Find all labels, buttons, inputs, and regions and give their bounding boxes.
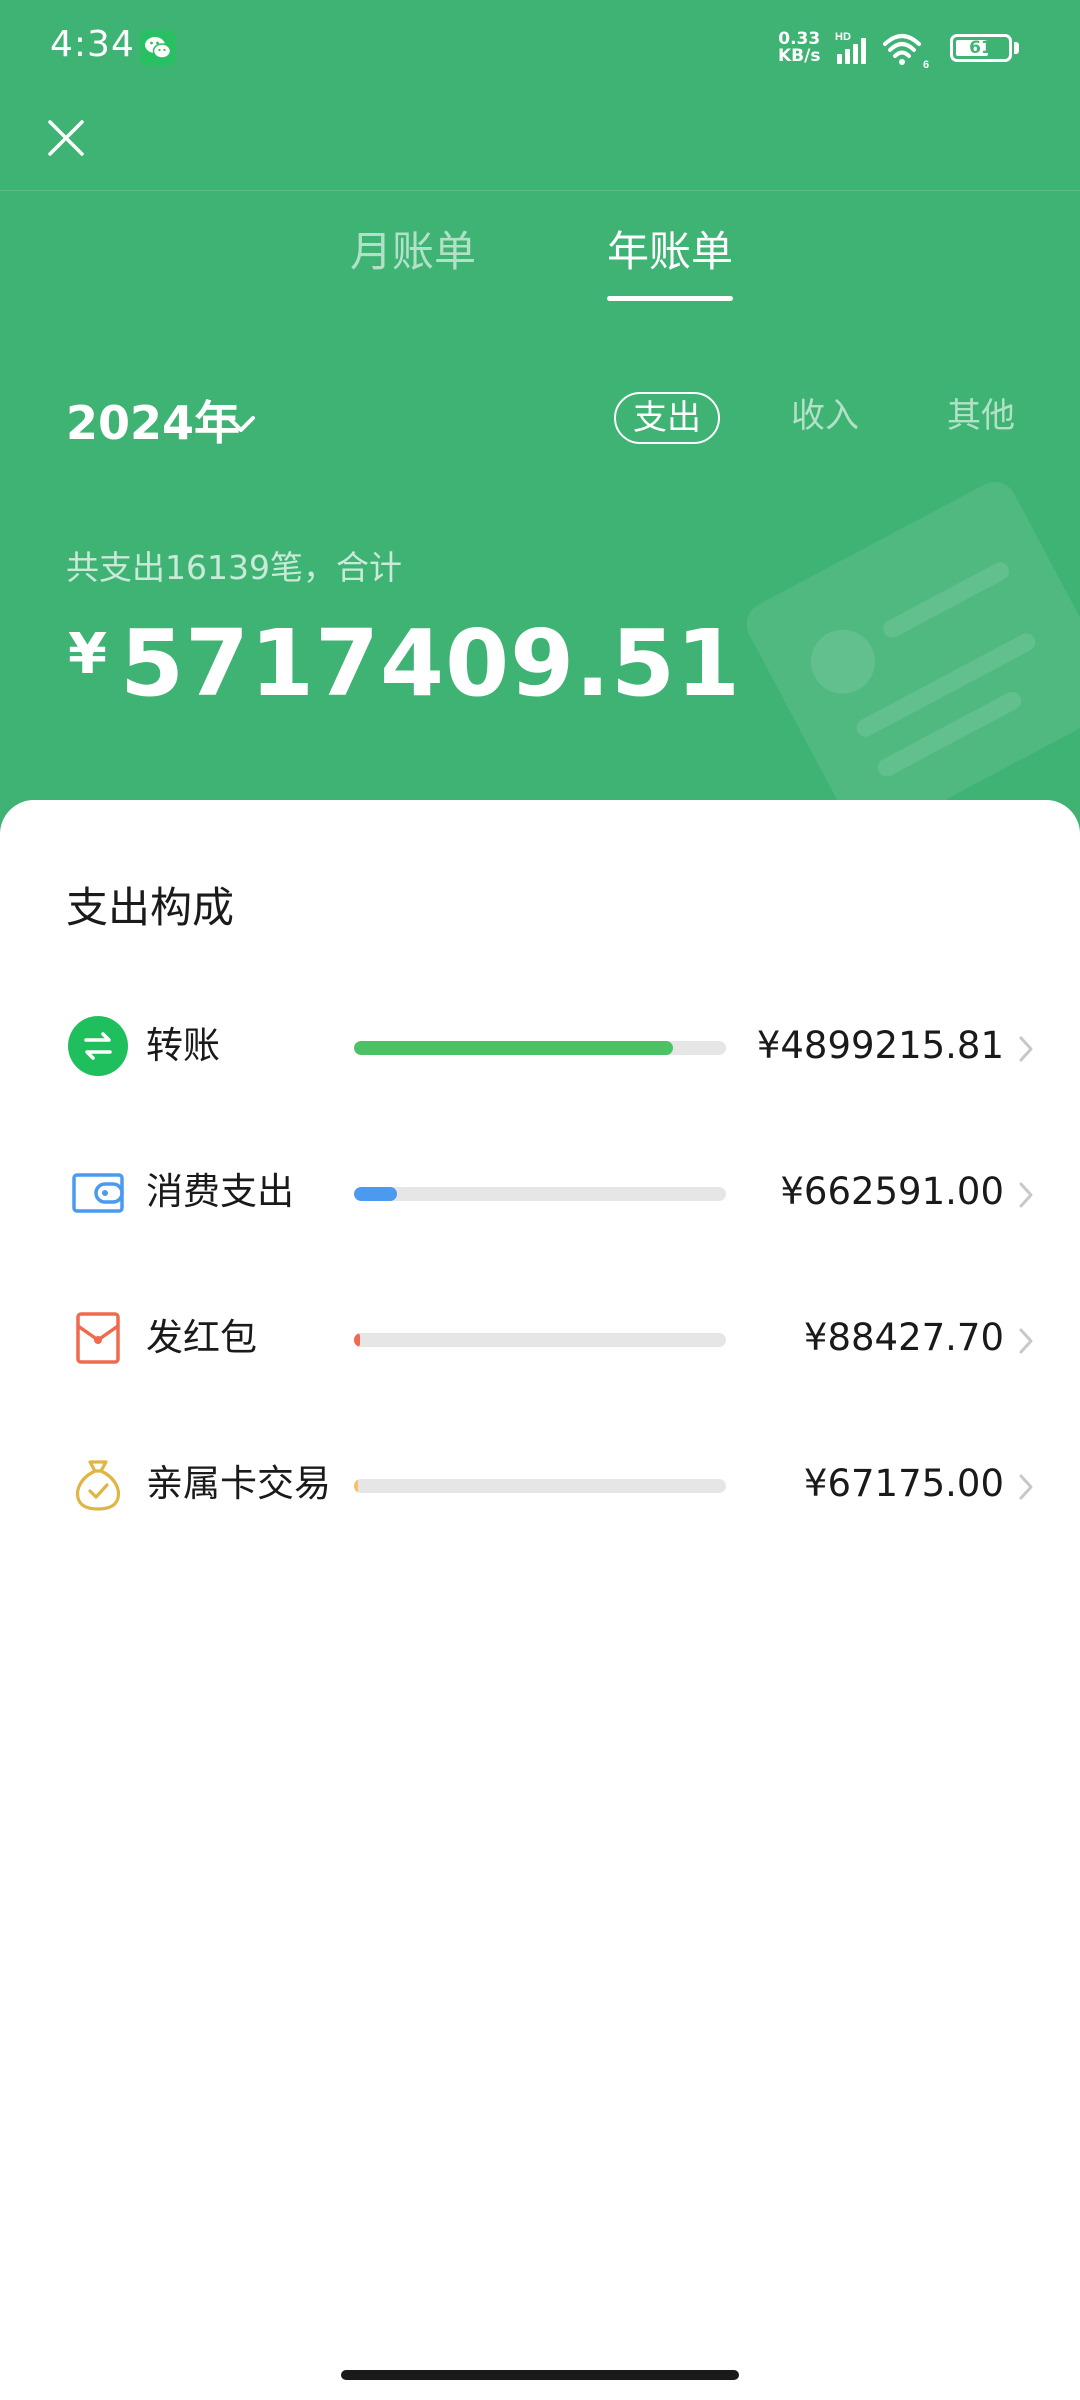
total-amount: 5717409.51 bbox=[120, 610, 742, 717]
status-bar: 4:34 0.33 KB/s HD 6 61 bbox=[0, 0, 1080, 95]
breakdown-value: ¥88427.70 bbox=[803, 1316, 1004, 1359]
share-bar-fill bbox=[354, 1041, 673, 1055]
close-button[interactable] bbox=[38, 110, 94, 166]
network-speed-unit: KB/s bbox=[778, 46, 821, 66]
signal-wifi-icon: HD 6 bbox=[835, 31, 929, 70]
expense-summary-text: 共支出16139笔，合计 bbox=[66, 548, 402, 587]
chevron-right-icon bbox=[1019, 1328, 1033, 1354]
close-icon bbox=[48, 120, 84, 156]
breakdown-label: 转账 bbox=[146, 1024, 220, 1067]
transfer-icon bbox=[68, 1016, 128, 1076]
filter-expense[interactable]: 支出 bbox=[614, 392, 720, 444]
chevron-right-icon bbox=[1019, 1036, 1033, 1062]
breakdown-row-family-card[interactable]: 亲属卡交易 ¥67175.00 bbox=[0, 1434, 1080, 1524]
expense-breakdown-card: 支出构成 转账 ¥4899215.81 消费支出 ¥662591.00 发红包 … bbox=[0, 800, 1080, 2400]
section-title: 支出构成 bbox=[66, 883, 235, 932]
breakdown-value: ¥4899215.81 bbox=[756, 1024, 1004, 1067]
breakdown-row-transfer[interactable]: 转账 ¥4899215.81 bbox=[0, 996, 1080, 1086]
bill-illustration bbox=[746, 481, 1080, 837]
battery-level: 61 bbox=[969, 38, 993, 58]
share-bar-track bbox=[354, 1333, 726, 1347]
share-bar-fill bbox=[354, 1333, 360, 1347]
wallet-icon bbox=[72, 1173, 124, 1213]
breakdown-row-red-packet[interactable]: 发红包 ¥88427.70 bbox=[0, 1288, 1080, 1378]
breakdown-row-consumption[interactable]: 消费支出 ¥662591.00 bbox=[0, 1142, 1080, 1232]
status-time: 4:34 bbox=[50, 24, 135, 65]
breakdown-label: 亲属卡交易 bbox=[146, 1462, 331, 1505]
money-bag-icon bbox=[75, 1460, 121, 1511]
chevron-right-icon bbox=[1019, 1474, 1033, 1500]
tab-monthly-bill[interactable]: 月账单 bbox=[350, 222, 476, 282]
tab-yearly-bill[interactable]: 年账单 bbox=[607, 222, 733, 282]
header-panel: 4:34 0.33 KB/s HD 6 61 月账单 年账单 2024年 支出 … bbox=[0, 0, 1080, 840]
header-divider bbox=[0, 190, 1080, 191]
share-bar-track bbox=[354, 1187, 726, 1201]
chevron-right-icon bbox=[1019, 1182, 1033, 1208]
currency-symbol: ¥ bbox=[68, 622, 107, 687]
red-packet-icon bbox=[76, 1312, 120, 1364]
breakdown-label: 消费支出 bbox=[146, 1170, 294, 1213]
battery-tip bbox=[1014, 42, 1019, 54]
share-bar-track bbox=[354, 1041, 726, 1055]
share-bar-track bbox=[354, 1479, 726, 1493]
active-tab-indicator bbox=[607, 296, 733, 301]
network-speed: 0.33 KB/s bbox=[778, 31, 820, 65]
wechat-notification-icon bbox=[140, 30, 176, 66]
filter-income[interactable]: 收入 bbox=[790, 392, 860, 444]
breakdown-label: 发红包 bbox=[146, 1316, 257, 1359]
breakdown-value: ¥662591.00 bbox=[780, 1170, 1004, 1213]
wifi-label: 6 bbox=[923, 59, 929, 70]
hd-label: HD bbox=[835, 31, 851, 43]
breakdown-value: ¥67175.00 bbox=[803, 1462, 1004, 1505]
share-bar-fill bbox=[354, 1187, 398, 1201]
battery-icon: 61 bbox=[950, 34, 1012, 62]
chevron-down-icon[interactable] bbox=[224, 410, 258, 440]
home-indicator[interactable] bbox=[341, 2370, 739, 2380]
year-selector[interactable]: 2024年 bbox=[66, 392, 240, 454]
share-bar-fill bbox=[354, 1479, 359, 1493]
filter-other[interactable]: 其他 bbox=[946, 392, 1016, 444]
